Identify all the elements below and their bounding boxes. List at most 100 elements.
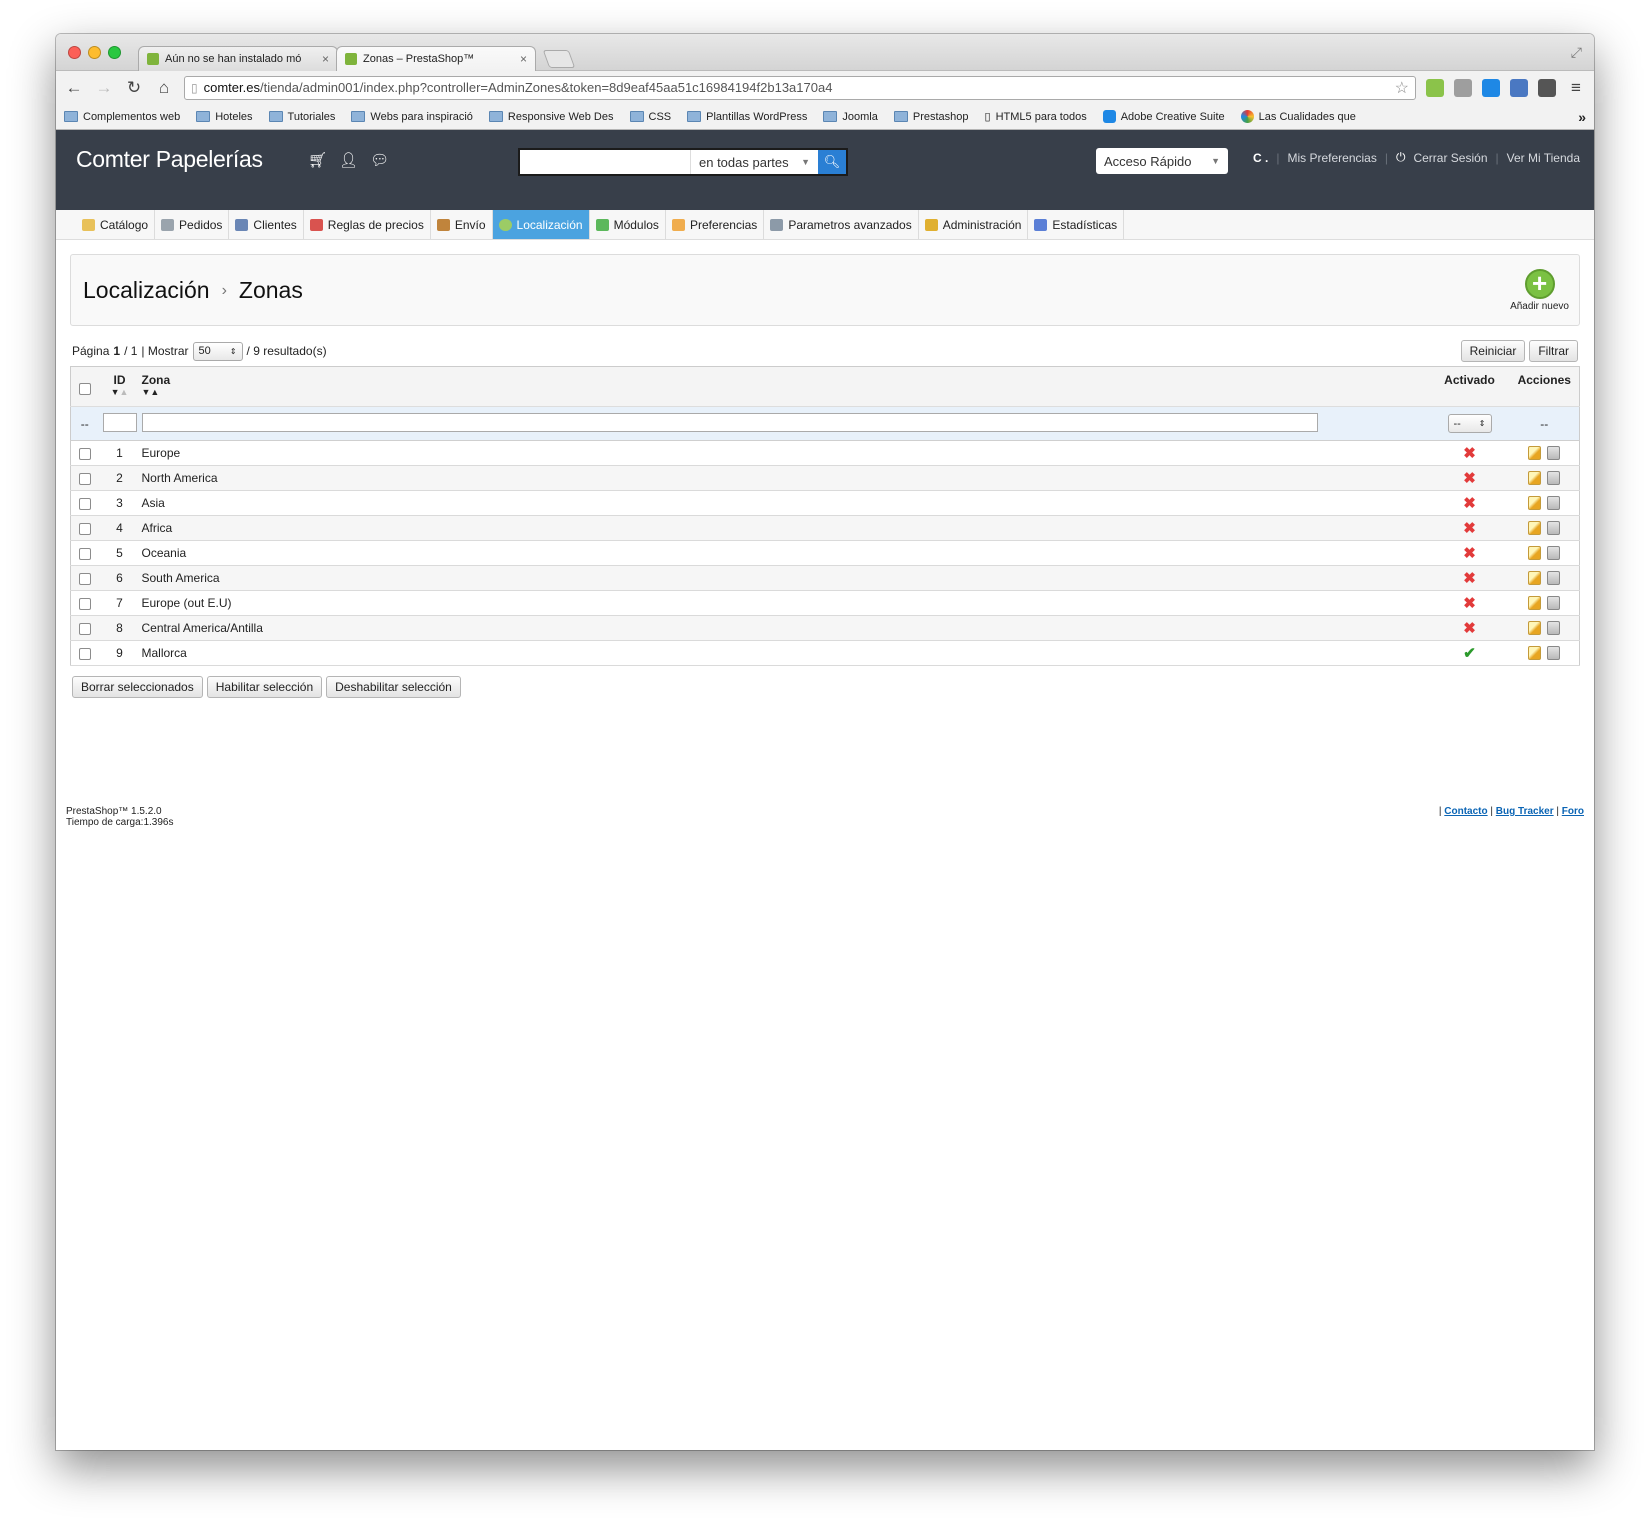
sort-asc-icon[interactable]: ▲	[120, 387, 129, 397]
browser-tab-active[interactable]: Zonas – PrestaShop™ ×	[336, 46, 536, 71]
disabled-x-icon[interactable]: ✖	[1463, 470, 1476, 487]
view-shop-link[interactable]: Ver Mi Tienda	[1507, 151, 1580, 165]
edit-icon[interactable]	[1528, 471, 1542, 486]
row-checkbox[interactable]	[78, 622, 91, 635]
menu-item-administration[interactable]: Administración	[919, 210, 1029, 239]
bug-tracker-link[interactable]: Bug Tracker	[1496, 806, 1554, 817]
reset-button[interactable]: Reiniciar	[1460, 340, 1526, 362]
table-row[interactable]: 4 Africa ✖	[70, 515, 1580, 541]
delete-icon[interactable]	[1547, 546, 1561, 561]
enabled-check-icon[interactable]: ✔	[1463, 645, 1476, 662]
filter-id-input[interactable]	[102, 412, 137, 432]
delete-icon[interactable]	[1547, 646, 1561, 661]
table-row[interactable]: 3 Asia ✖	[70, 490, 1580, 516]
edit-icon[interactable]	[1528, 446, 1542, 461]
delete-selected-button[interactable]: Borrar seleccionados	[72, 676, 203, 698]
row-checkbox[interactable]	[78, 647, 91, 660]
logout-link[interactable]: Cerrar Sesión	[1413, 151, 1487, 165]
edit-icon[interactable]	[1528, 546, 1542, 561]
extension-tool-icon[interactable]	[1454, 78, 1472, 97]
minimize-window-button[interactable]	[88, 46, 101, 59]
close-tab-icon[interactable]: ×	[520, 52, 527, 66]
edit-icon[interactable]	[1528, 521, 1542, 536]
maximize-window-button[interactable]	[108, 46, 121, 59]
quick-access-select[interactable]: Acceso Rápido ▼	[1096, 148, 1228, 174]
menu-item-preferences[interactable]: Preferencias	[666, 210, 765, 239]
row-checkbox[interactable]	[78, 572, 91, 585]
bookmark-folder[interactable]: Prestashop	[893, 111, 969, 123]
bookmark-folder[interactable]: Webs para inspiració	[351, 111, 473, 123]
browser-tab[interactable]: Aún no se han instalado mó ×	[138, 46, 338, 71]
menu-item-customers[interactable]: Clientes	[229, 210, 304, 239]
bookmark-folder[interactable]: Tutoriales	[268, 111, 335, 123]
bookmark-folder[interactable]: Complementos web	[64, 111, 180, 123]
delete-icon[interactable]	[1547, 471, 1561, 486]
edit-icon[interactable]	[1528, 646, 1542, 661]
filter-button[interactable]: Filtrar	[1529, 340, 1578, 362]
search-input[interactable]	[520, 150, 690, 174]
row-checkbox[interactable]	[78, 472, 91, 485]
extension-device-icon[interactable]	[1538, 78, 1556, 97]
edit-icon[interactable]	[1528, 621, 1542, 636]
row-checkbox[interactable]	[78, 597, 91, 610]
close-window-button[interactable]	[68, 46, 81, 59]
delete-icon[interactable]	[1547, 446, 1561, 461]
disable-selected-button[interactable]: Deshabilitar selección	[326, 676, 461, 698]
per-page-select[interactable]: 50 ⇕	[192, 341, 243, 361]
select-all-checkbox[interactable]	[78, 382, 91, 395]
disabled-x-icon[interactable]: ✖	[1463, 595, 1476, 612]
reload-icon[interactable]: ↻	[124, 78, 144, 98]
shop-name[interactable]: Comter Papelerías	[76, 146, 263, 173]
address-bar[interactable]: ▯ comter.es/tienda/admin001/index.php?co…	[184, 75, 1416, 100]
filter-active-select[interactable]: -- ⇕	[1447, 414, 1492, 433]
bookmark-folder[interactable]: Joomla	[823, 111, 878, 123]
search-scope-select[interactable]: en todas partes ▼	[690, 150, 818, 174]
bookmark-folder[interactable]: Responsive Web Des	[488, 111, 614, 123]
enable-selected-button[interactable]: Habilitar selección	[206, 676, 323, 698]
menu-item-price-rules[interactable]: Reglas de precios	[304, 210, 431, 239]
forward-icon[interactable]: →	[94, 78, 114, 98]
bookmark-folder[interactable]: Plantillas WordPress	[687, 111, 807, 123]
table-row[interactable]: 8 Central America/Antilla ✖	[70, 615, 1580, 641]
customers-icon[interactable]: 👤︎	[339, 151, 358, 169]
table-row[interactable]: 5 Oceania ✖	[70, 540, 1580, 566]
menu-icon[interactable]: ≡	[1566, 78, 1586, 98]
breadcrumb-parent[interactable]: Localización	[83, 277, 210, 304]
disabled-x-icon[interactable]: ✖	[1463, 445, 1476, 462]
delete-icon[interactable]	[1547, 496, 1561, 511]
bookmark-folder[interactable]: Hoteles	[196, 111, 253, 123]
table-row[interactable]: 2 North America ✖	[70, 465, 1580, 491]
menu-item-orders[interactable]: Pedidos	[155, 210, 230, 239]
messages-icon[interactable]: 💬︎	[370, 151, 389, 169]
disabled-x-icon[interactable]: ✖	[1463, 620, 1476, 637]
cart-icon[interactable]: 🛒︎	[308, 151, 327, 169]
row-checkbox[interactable]	[78, 447, 91, 460]
table-row[interactable]: 9 Mallorca ✔	[70, 640, 1580, 666]
bookmark-link[interactable]: ▯ HTML5 para todos	[985, 110, 1087, 124]
extension-t-icon[interactable]	[1482, 78, 1500, 97]
row-checkbox[interactable]	[78, 497, 91, 510]
search-button[interactable]: 🔍︎	[818, 150, 846, 174]
edit-icon[interactable]	[1528, 496, 1542, 511]
forum-link[interactable]: Foro	[1562, 806, 1584, 817]
delete-icon[interactable]	[1547, 521, 1561, 536]
table-row[interactable]: 7 Europe (out E.U) ✖	[70, 590, 1580, 616]
back-icon[interactable]: ←	[64, 78, 84, 98]
delete-icon[interactable]	[1547, 571, 1561, 586]
table-row[interactable]: 1 Europe ✖	[70, 440, 1580, 466]
menu-item-modules[interactable]: Módulos	[590, 210, 666, 239]
menu-item-advanced-parameters[interactable]: Parametros avanzados	[764, 210, 919, 239]
table-row[interactable]: 6 South America ✖	[70, 565, 1580, 591]
sort-desc-icon[interactable]: ▼	[111, 387, 120, 397]
add-new-button[interactable]: + Añadir nuevo	[1510, 269, 1569, 312]
sort-asc-icon[interactable]: ▲	[150, 387, 159, 397]
home-icon[interactable]: ⌂	[154, 78, 174, 98]
extension-cube-icon[interactable]	[1426, 78, 1444, 97]
row-checkbox[interactable]	[78, 547, 91, 560]
new-tab-button[interactable]	[542, 50, 576, 68]
edit-icon[interactable]	[1528, 596, 1542, 611]
bookmark-star-icon[interactable]: ☆	[1395, 78, 1409, 98]
disabled-x-icon[interactable]: ✖	[1463, 545, 1476, 562]
disabled-x-icon[interactable]: ✖	[1463, 520, 1476, 537]
contact-link[interactable]: Contacto	[1444, 806, 1487, 817]
